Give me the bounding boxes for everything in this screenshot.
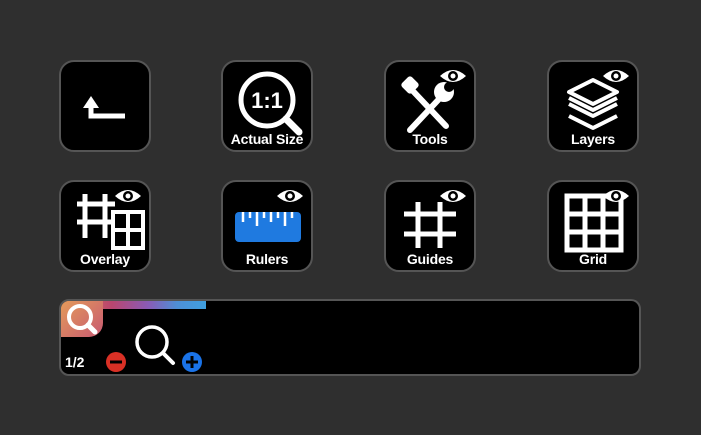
- eye-icon: [277, 190, 303, 202]
- back-button[interactable]: [59, 60, 151, 152]
- zoom-tab-magnifier-icon: [67, 304, 98, 335]
- guides-label: Guides: [406, 251, 454, 267]
- rulers-label: Rulers: [245, 251, 289, 267]
- tools-label: Tools: [412, 131, 448, 147]
- tools-button[interactable]: Tools: [384, 60, 476, 152]
- eye-icon: [603, 70, 629, 82]
- zoom-in-icon[interactable]: [181, 351, 203, 373]
- rulers-button[interactable]: Rulers: [221, 180, 313, 272]
- zoom-out-icon[interactable]: [105, 351, 127, 373]
- layers-label: Layers: [571, 131, 615, 147]
- eye-icon: [115, 190, 141, 202]
- zoom-control-strip[interactable]: 1/2: [59, 299, 641, 376]
- eye-icon: [603, 190, 629, 202]
- back-arrow-icon: [83, 96, 125, 119]
- layers-button[interactable]: Layers: [547, 60, 639, 152]
- grid-button[interactable]: Grid: [547, 180, 639, 272]
- actual-size-button[interactable]: 1:1 Actual Size: [221, 60, 313, 152]
- eye-icon: [440, 70, 466, 82]
- eye-icon: [440, 190, 466, 202]
- zoom-magnifier-icon: [135, 325, 175, 365]
- actual-size-icon-text: 1:1: [251, 88, 283, 113]
- actual-size-label: Actual Size: [230, 131, 304, 147]
- zoom-tab: [61, 301, 103, 337]
- overlay-button[interactable]: Overlay: [59, 180, 151, 272]
- guides-button[interactable]: Guides: [384, 180, 476, 272]
- page-indicator: 1/2: [65, 354, 85, 370]
- overlay-label: Overlay: [80, 251, 130, 267]
- grid-label: Grid: [579, 251, 607, 267]
